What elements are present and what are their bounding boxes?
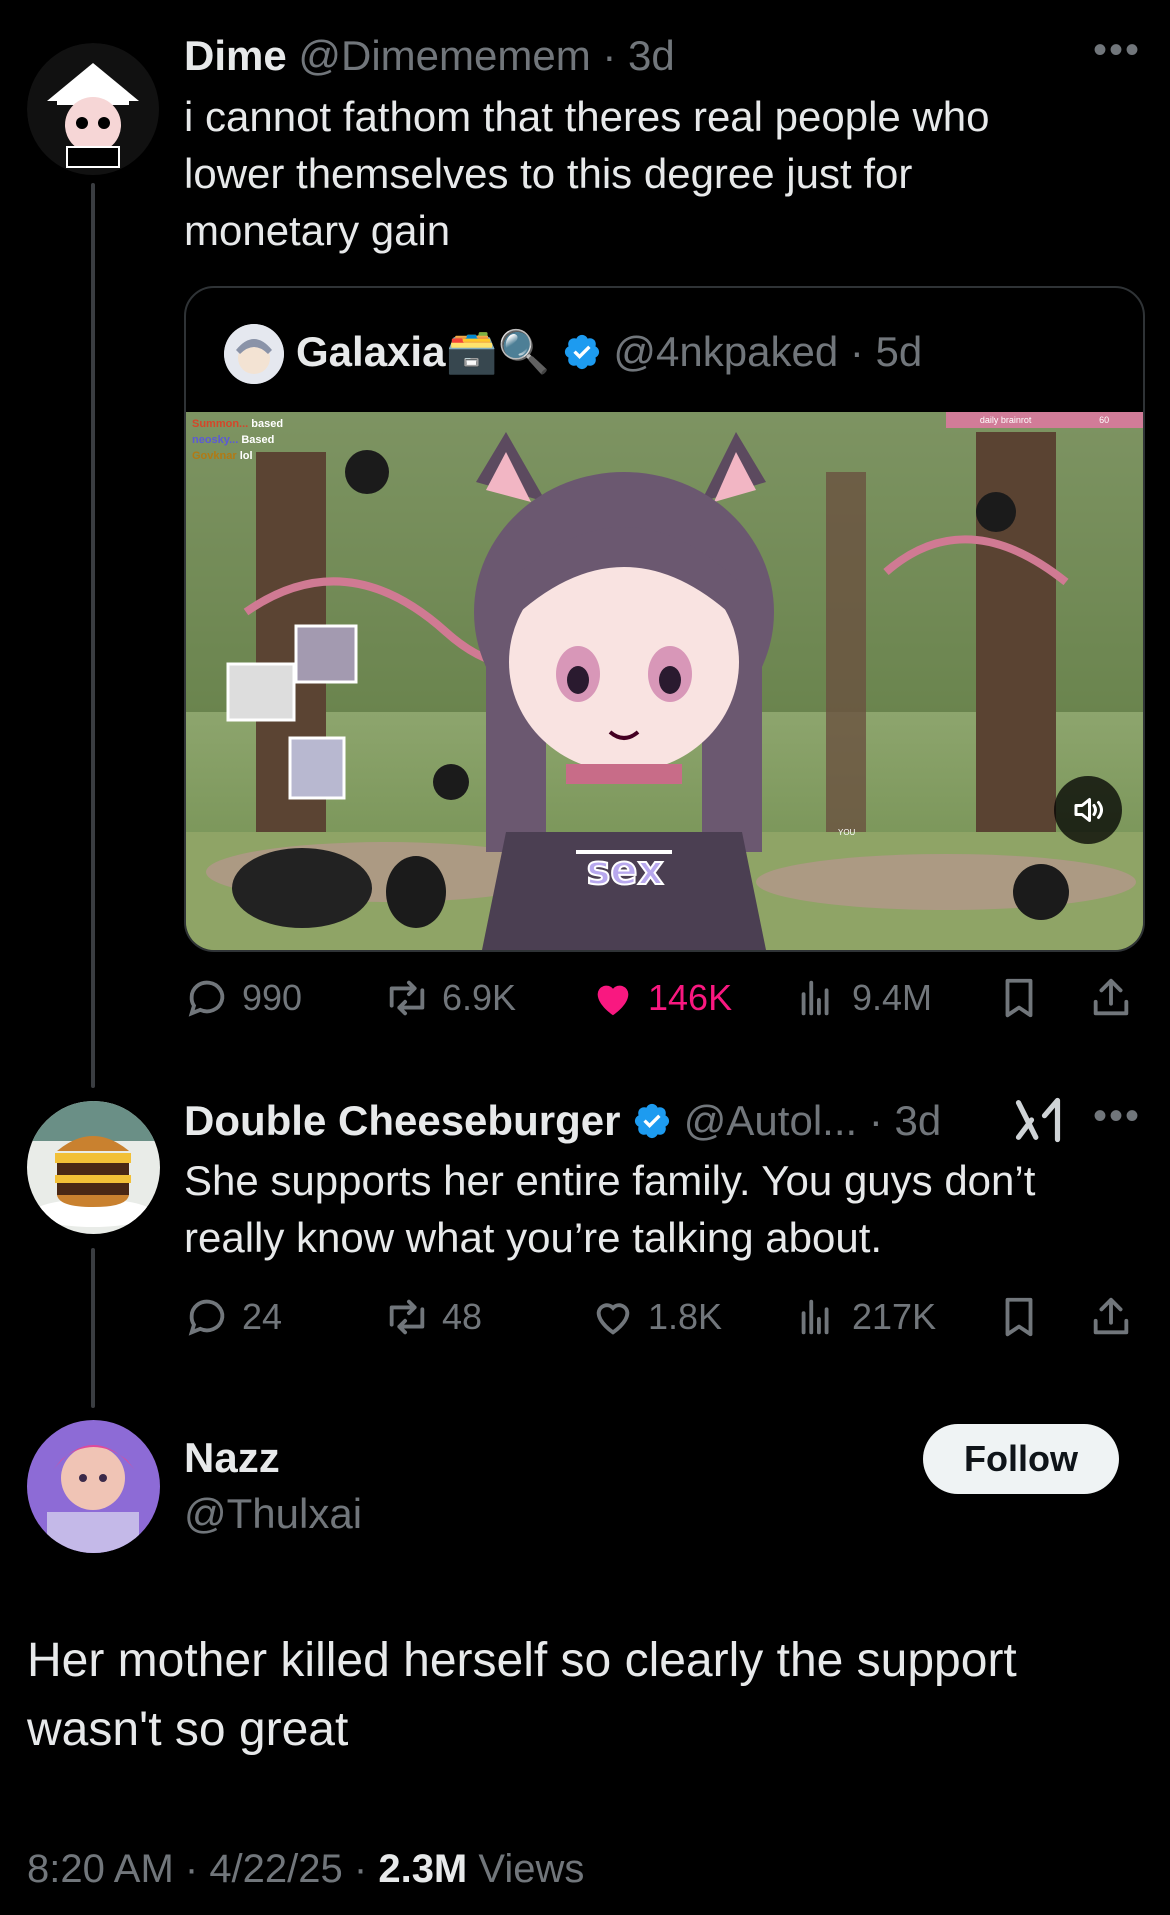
tweet2-text: She supports her entire family. You guys… <box>184 1152 1035 1266</box>
views-icon <box>801 1299 829 1335</box>
quote-author-handle[interactable]: @4nkpaked <box>613 328 838 375</box>
tweet-time[interactable]: 3d <box>628 32 675 79</box>
like-count: 1.8K <box>648 1296 723 1337</box>
quote-time[interactable]: 5d <box>876 328 923 375</box>
repost-button[interactable]: 48 <box>384 1294 482 1340</box>
stream-chat: Summon... based neosky... Based Govknar … <box>192 416 283 464</box>
repost-button[interactable]: 6.9K <box>384 975 516 1021</box>
reply-count: 24 <box>242 1296 283 1337</box>
verified-badge-icon <box>632 1101 672 1153</box>
repost-icon <box>389 980 425 1016</box>
reply-icon <box>188 980 225 1017</box>
text-line: wasn't so great <box>27 1703 349 1756</box>
repost-count: 6.9K <box>442 977 517 1018</box>
tweet-time[interactable]: 3d <box>894 1097 941 1144</box>
more-options-button[interactable]: ••• <box>1093 28 1141 73</box>
share-button[interactable] <box>1088 1294 1134 1340</box>
like-count: 146K <box>648 977 733 1018</box>
name-emoji: 🗃️🔍 <box>445 328 551 375</box>
view-count: 217K <box>852 1296 937 1337</box>
reply-button[interactable]: 24 <box>184 1294 282 1340</box>
author-name[interactable]: Nazz <box>184 1432 280 1484</box>
views-button[interactable]: 217K <box>794 1294 936 1340</box>
text-line: Her mother killed herself so clearly the… <box>27 1634 1017 1687</box>
video-player[interactable]: Summon... based neosky... Based Govknar … <box>186 412 1143 950</box>
views-button[interactable]: 9.4M <box>794 975 932 1021</box>
stream-banner: daily brainrot 60 <box>946 412 1143 428</box>
banner-count: 60 <box>1099 415 1110 425</box>
author-handle[interactable]: @Autol... <box>684 1097 857 1144</box>
bookmark-icon <box>1005 978 1033 1018</box>
banner-label: daily brainrot <box>979 415 1032 425</box>
tweet-time[interactable]: 8:20 AM <box>27 1847 174 1891</box>
text-line: She supports her entire family. You guys… <box>184 1157 1036 1204</box>
author-handle[interactable]: @Thulxai <box>184 1488 362 1540</box>
you-label: YOU <box>838 828 856 837</box>
avatar-double-cheeseburger[interactable] <box>27 1101 160 1234</box>
quote-author-name[interactable]: Galaxia <box>296 328 445 375</box>
views-label: Views <box>478 1847 585 1891</box>
verified-badge-icon <box>562 332 602 384</box>
bookmark-button[interactable] <box>996 975 1042 1021</box>
more-options-button[interactable]: ••• <box>1093 1094 1141 1139</box>
heart-filled-icon <box>597 985 629 1016</box>
chat-line: Govknar lol <box>192 450 253 462</box>
views-icon <box>801 980 829 1016</box>
author-name[interactable]: Double Cheeseburger <box>184 1097 620 1144</box>
grok-icon[interactable] <box>1012 1094 1064 1151</box>
quote-header: Galaxia🗃️🔍 @4nkpaked · 5d <box>296 326 922 384</box>
quoted-tweet[interactable]: Galaxia🗃️🔍 @4nkpaked · 5d Summon... base… <box>184 286 1145 952</box>
views-count[interactable]: 2.3M <box>378 1847 467 1891</box>
like-button[interactable]: 146K <box>590 975 732 1021</box>
tweet1-header: Dime @Dimememem · 3d <box>184 32 675 79</box>
shirt-text: sex <box>586 847 665 895</box>
tweet3-text: Her mother killed herself so clearly the… <box>27 1626 1017 1764</box>
author-name[interactable]: Dime <box>184 32 287 79</box>
text-line: really know what you’re talking about. <box>184 1214 883 1261</box>
bookmark-button[interactable] <box>996 1294 1042 1340</box>
text-line: monetary gain <box>184 207 451 254</box>
thread-line <box>91 1248 95 1408</box>
tweet2-header: Double Cheeseburger @Autol... · 3d <box>184 1095 941 1153</box>
share-button[interactable] <box>1088 975 1134 1021</box>
follow-button[interactable]: Follow <box>923 1424 1119 1494</box>
avatar-galaxia <box>224 324 284 384</box>
reply-icon <box>188 1299 225 1336</box>
bookmark-icon <box>1005 1297 1033 1337</box>
chat-line: neosky... Based <box>192 434 275 446</box>
chat-line: Summon... based <box>192 418 284 430</box>
author-handle[interactable]: @Dimememem <box>298 32 590 79</box>
tweet-meta: 8:20 AM · 4/22/25 · 2.3M Views <box>27 1847 585 1891</box>
reply-count: 990 <box>242 977 303 1018</box>
repost-count: 48 <box>442 1296 483 1337</box>
avatar-dime[interactable] <box>27 43 160 176</box>
like-button[interactable]: 1.8K <box>590 1294 722 1340</box>
speaker-icon <box>1074 798 1103 822</box>
view-count: 9.4M <box>852 977 933 1018</box>
text-line: lower themselves to this degree just for <box>184 150 913 197</box>
tweet-date[interactable]: 4/22/25 <box>209 1847 342 1891</box>
avatar-nazz[interactable] <box>27 1420 160 1553</box>
mute-button[interactable] <box>1054 776 1122 844</box>
thread-line <box>91 183 95 1088</box>
share-icon <box>1093 1297 1129 1335</box>
heart-icon <box>596 1303 630 1335</box>
share-icon <box>1093 978 1129 1016</box>
text-line: i cannot fathom that theres real people … <box>184 93 990 140</box>
repost-icon <box>389 1299 425 1335</box>
tweet1-text: i cannot fathom that theres real people … <box>184 88 990 259</box>
reply-button[interactable]: 990 <box>184 975 302 1021</box>
